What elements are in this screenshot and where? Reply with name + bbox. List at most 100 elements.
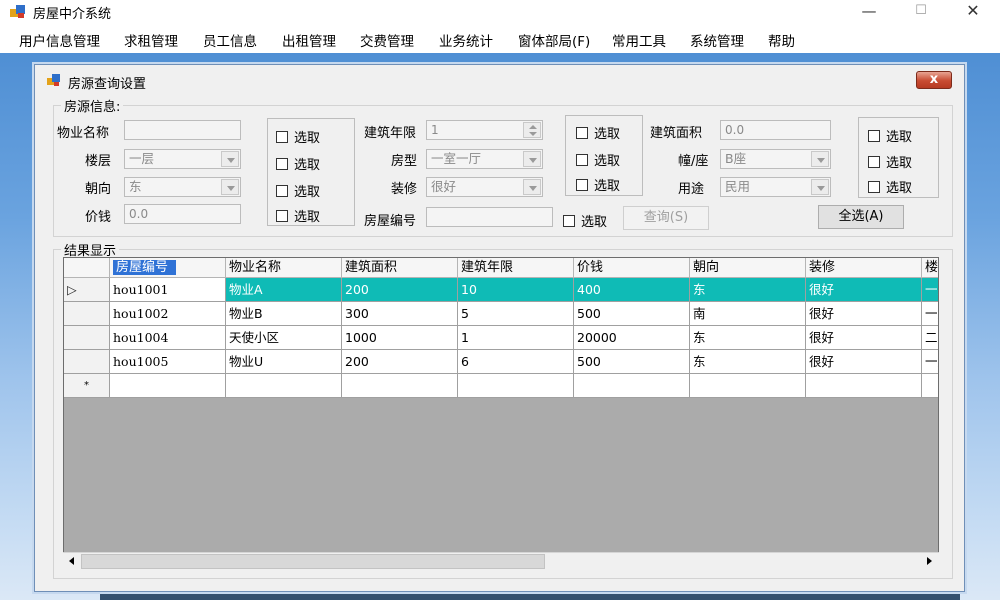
checkbox-box[interactable] [576,154,588,166]
menu-rental[interactable]: 出租管理 [282,30,336,50]
column-header[interactable]: 价钱 [574,258,690,278]
current-row-marker-icon[interactable]: ▷ [64,278,110,302]
column-header[interactable]: 建筑年限 [458,258,574,278]
new-row[interactable]: * [64,374,938,398]
table-cell[interactable]: 1 [458,326,574,350]
close-button[interactable]: ✕ [950,0,996,24]
scroll-right-icon[interactable] [921,553,938,570]
usage-combo[interactable]: 民用 [720,177,831,197]
table-cell[interactable]: hou1002 [110,302,226,326]
table-cell[interactable]: 天使小区 [226,326,342,350]
select-usage-checkbox[interactable]: 选取 [868,177,912,196]
table-cell[interactable]: 1000 [342,326,458,350]
usage-dropdown-icon[interactable] [811,179,829,195]
checkbox-box[interactable] [868,130,880,142]
table-cell[interactable] [690,374,806,398]
select-name-checkbox[interactable]: 选取 [276,127,320,146]
checkbox-box[interactable] [563,215,575,227]
column-header[interactable]: 房屋编号 [110,258,226,278]
row-header[interactable] [64,326,110,350]
column-header[interactable]: 朝向 [690,258,806,278]
table-cell[interactable]: 500 [574,350,690,374]
table-cell[interactable]: 200 [342,278,458,302]
table-cell[interactable]: 物业B [226,302,342,326]
table-cell[interactable]: 东 [690,350,806,374]
menu-help[interactable]: 帮助 [768,30,795,50]
house-code-input[interactable] [426,207,553,227]
scroll-left-icon[interactable] [63,553,80,570]
table-cell[interactable]: 20000 [574,326,690,350]
table-cell[interactable]: 南 [690,302,806,326]
table-cell[interactable] [226,374,342,398]
table-cell[interactable] [574,374,690,398]
table-cell[interactable]: 10 [458,278,574,302]
column-header[interactable]: 楼层 [922,258,938,278]
horizontal-scrollbar[interactable] [63,552,939,570]
checkbox-box[interactable] [576,179,588,191]
select-decoration-checkbox[interactable]: 选取 [576,175,620,194]
maximize-button[interactable]: ☐ [898,0,944,24]
floor-combo[interactable]: 一层 [124,149,241,169]
table-cell[interactable]: 6 [458,350,574,374]
dialog-close-button[interactable]: x [916,71,952,89]
table-cell[interactable]: 一层 [922,350,938,374]
select-price-checkbox[interactable]: 选取 [276,206,320,225]
menu-rent-request[interactable]: 求租管理 [124,30,178,50]
name-input[interactable] [124,120,241,140]
table-cell[interactable]: 很好 [806,302,922,326]
query-button[interactable]: 查询(S) [623,206,709,230]
table-cell[interactable]: 物业A [226,278,342,302]
table-cell[interactable] [458,374,574,398]
table-cell[interactable]: hou1005 [110,350,226,374]
menu-statistics[interactable]: 业务统计 [439,30,493,50]
select-all-button[interactable]: 全选(A) [818,205,904,229]
row-header[interactable] [64,350,110,374]
table-cell[interactable]: 很好 [806,278,922,302]
table-cell[interactable] [110,374,226,398]
floor-dropdown-icon[interactable] [221,151,239,167]
column-header[interactable]: 物业名称 [226,258,342,278]
table-row[interactable]: ▷ hou1001 物业A 200 10 400 东 很好 一层 [64,278,938,302]
table-cell[interactable] [806,374,922,398]
select-code-checkbox[interactable]: 选取 [563,211,607,230]
select-floor-checkbox[interactable]: 选取 [276,154,320,173]
table-cell[interactable] [922,374,938,398]
area-input[interactable]: 0.0 [720,120,831,140]
building-dropdown-icon[interactable] [811,151,829,167]
row-header[interactable] [64,302,110,326]
results-grid[interactable]: 房屋编号 物业名称 建筑面积 建筑年限 价钱 朝向 装修 楼层 ▷ hou100… [63,257,939,570]
menu-user-info[interactable]: 用户信息管理 [19,30,100,50]
scroll-thumb[interactable] [81,554,545,569]
checkbox-box[interactable] [868,156,880,168]
new-row-marker-icon[interactable]: * [64,374,110,398]
menu-tools[interactable]: 常用工具 [612,30,666,50]
select-age-checkbox[interactable]: 选取 [576,123,620,142]
decoration-dropdown-icon[interactable] [523,179,541,195]
room-type-combo[interactable]: 一室一厅 [426,149,543,169]
menu-staff-info[interactable]: 员工信息 [203,30,257,50]
table-cell[interactable]: 400 [574,278,690,302]
table-cell[interactable]: 物业U [226,350,342,374]
checkbox-box[interactable] [868,181,880,193]
age-spinner[interactable]: 1 [426,120,543,140]
checkbox-box[interactable] [576,127,588,139]
checkbox-box[interactable] [276,158,288,170]
column-header[interactable]: 装修 [806,258,922,278]
checkbox-box[interactable] [276,131,288,143]
table-row[interactable]: hou1005 物业U 200 6 500 东 很好 一层 [64,350,938,374]
table-row[interactable]: hou1002 物业B 300 5 500 南 很好 一层 [64,302,938,326]
decoration-combo[interactable]: 很好 [426,177,543,197]
table-cell[interactable]: hou1004 [110,326,226,350]
building-combo[interactable]: B座 [720,149,831,169]
select-building-checkbox[interactable]: 选取 [868,152,912,171]
orientation-dropdown-icon[interactable] [221,179,239,195]
room-type-dropdown-icon[interactable] [523,151,541,167]
select-area-checkbox[interactable]: 选取 [868,126,912,145]
price-input[interactable]: 0.0 [124,204,241,224]
orientation-combo[interactable]: 东 [124,177,241,197]
menu-payment[interactable]: 交费管理 [360,30,414,50]
table-cell[interactable]: 东 [690,278,806,302]
table-cell[interactable]: 200 [342,350,458,374]
table-cell[interactable]: 二层 [922,326,938,350]
table-cell[interactable]: 500 [574,302,690,326]
